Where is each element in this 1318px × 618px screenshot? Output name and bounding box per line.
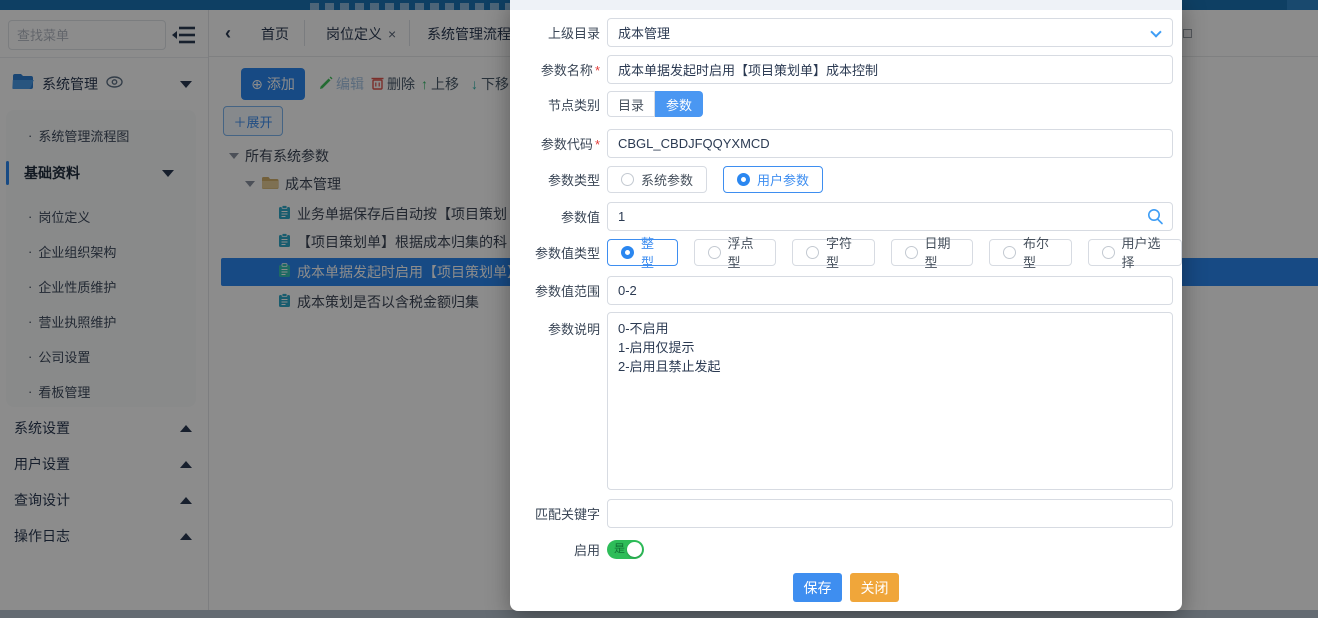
param-code-input[interactable] bbox=[607, 129, 1173, 158]
form-row-value-range: 参数值范围 bbox=[510, 276, 1182, 305]
form-row-enabled: 启用 是 bbox=[510, 540, 1182, 559]
radio-icon bbox=[806, 246, 819, 259]
radio-icon bbox=[1003, 246, 1016, 259]
option-label: 字符型 bbox=[826, 233, 861, 271]
value-type-option-string[interactable]: 字符型 bbox=[792, 239, 875, 266]
param-type-option-system[interactable]: 系统参数 bbox=[607, 166, 707, 193]
selected-value: 成本管理 bbox=[618, 23, 670, 42]
option-label: 用户参数 bbox=[757, 170, 809, 189]
form-row-param-code: 参数代码* bbox=[510, 129, 1182, 158]
form-row-parent-dir: 上级目录 成本管理 bbox=[510, 18, 1182, 47]
description-textarea[interactable]: 0-不启用 1-启用仅提示 2-启用且禁止发起 bbox=[607, 312, 1173, 490]
radio-checked-icon bbox=[737, 173, 750, 186]
param-value-input[interactable] bbox=[607, 202, 1173, 231]
param-type-option-user[interactable]: 用户参数 bbox=[723, 166, 823, 193]
option-label: 系统参数 bbox=[641, 170, 693, 189]
value-type-radio-group: 整型 浮点型 字符型 日期型 布尔型 bbox=[607, 239, 1182, 266]
field-label: 节点类别 bbox=[510, 95, 600, 114]
value-type-option-date[interactable]: 日期型 bbox=[891, 239, 974, 266]
option-label: 整型 bbox=[641, 233, 664, 271]
param-name-input[interactable] bbox=[607, 55, 1173, 84]
param-type-radio-group: 系统参数 用户参数 bbox=[607, 166, 823, 193]
field-label: 参数代码* bbox=[510, 134, 600, 153]
option-label: 浮点型 bbox=[728, 233, 763, 271]
toggle-knob bbox=[627, 542, 642, 557]
node-type-segmented-control: 目录 参数 bbox=[607, 91, 703, 117]
node-type-option-directory[interactable]: 目录 bbox=[607, 91, 655, 117]
field-label: 参数值类型 bbox=[510, 243, 600, 262]
radio-icon bbox=[905, 246, 918, 259]
option-label: 布尔型 bbox=[1023, 233, 1058, 271]
search-icon[interactable] bbox=[1147, 208, 1164, 230]
app-window: 系统管理 · 系统管理流程图 基础资料 · 岗位定义 bbox=[0, 0, 1318, 618]
save-button[interactable]: 保存 bbox=[793, 573, 842, 602]
radio-icon bbox=[708, 246, 721, 259]
option-label: 用户选择 bbox=[1122, 233, 1169, 271]
toggle-state-label: 是 bbox=[614, 543, 625, 556]
radio-icon bbox=[621, 173, 634, 186]
dialog-footer: 保存 关闭 bbox=[510, 573, 1182, 602]
edit-parameter-dialog: 上级目录 成本管理 参数名称* 节点类别 目录 参数 参数代码* 参数类型 bbox=[510, 0, 1182, 611]
field-label: 参数说明 bbox=[510, 319, 600, 338]
param-value-wrap bbox=[607, 202, 1173, 231]
field-label: 上级目录 bbox=[510, 23, 600, 42]
radio-checked-icon bbox=[621, 246, 634, 259]
form-row-param-type: 参数类型 系统参数 用户参数 bbox=[510, 166, 1182, 193]
required-asterisk: * bbox=[595, 63, 600, 78]
required-asterisk: * bbox=[595, 137, 600, 152]
dialog-header-clipped bbox=[510, 0, 1182, 10]
value-range-input[interactable] bbox=[607, 276, 1173, 305]
field-label: 参数值范围 bbox=[510, 281, 600, 300]
field-label: 启用 bbox=[510, 540, 600, 559]
enabled-toggle[interactable]: 是 bbox=[607, 540, 644, 559]
form-row-keyword: 匹配关键字 bbox=[510, 499, 1182, 528]
form-row-node-type: 节点类别 目录 参数 bbox=[510, 91, 1182, 117]
value-type-option-user-select[interactable]: 用户选择 bbox=[1088, 239, 1183, 266]
node-type-option-parameter[interactable]: 参数 bbox=[655, 91, 703, 117]
field-label: 参数类型 bbox=[510, 170, 600, 189]
field-label: 参数名称* bbox=[510, 60, 600, 79]
form-row-value-type: 参数值类型 整型 浮点型 字符型 日期型 bbox=[510, 239, 1182, 265]
form-row-description: 参数说明 0-不启用 1-启用仅提示 2-启用且禁止发起 bbox=[510, 312, 1182, 490]
field-label: 匹配关键字 bbox=[510, 504, 600, 523]
value-type-option-float[interactable]: 浮点型 bbox=[694, 239, 777, 266]
chevron-down-icon bbox=[1150, 26, 1161, 37]
value-type-option-integer[interactable]: 整型 bbox=[607, 239, 678, 266]
form-row-param-value: 参数值 bbox=[510, 202, 1182, 231]
keyword-input[interactable] bbox=[607, 499, 1173, 528]
radio-icon bbox=[1102, 246, 1115, 259]
parent-directory-select[interactable]: 成本管理 bbox=[607, 18, 1173, 47]
form-row-param-name: 参数名称* bbox=[510, 55, 1182, 84]
field-label: 参数值 bbox=[510, 207, 600, 226]
value-type-option-boolean[interactable]: 布尔型 bbox=[989, 239, 1072, 266]
option-label: 日期型 bbox=[925, 233, 960, 271]
close-button[interactable]: 关闭 bbox=[850, 573, 899, 602]
